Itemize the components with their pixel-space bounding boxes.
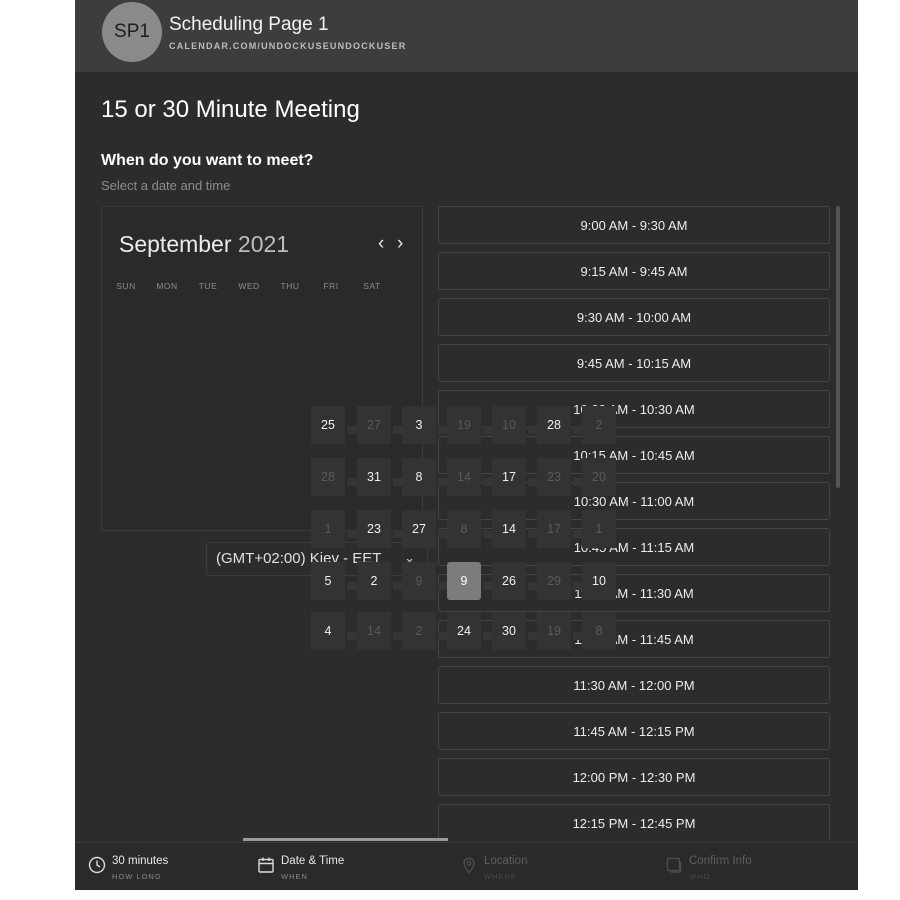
calendar-month: September xyxy=(119,231,232,257)
weekday-label: MON xyxy=(156,281,178,291)
calendar-day[interactable]: 27 xyxy=(357,406,391,444)
calendar-day[interactable]: 19 xyxy=(537,612,571,650)
calendar-day[interactable]: 8 xyxy=(447,510,481,548)
time-slot-scrollbar[interactable] xyxy=(836,206,840,488)
calendar-day[interactable]: 1 xyxy=(582,510,616,548)
time-slot-button[interactable]: 9:15 AM - 9:45 AM xyxy=(438,252,830,290)
step-label: 30 minutes xyxy=(112,855,169,867)
clock-icon xyxy=(88,856,106,874)
calendar-day[interactable]: 28 xyxy=(537,406,571,444)
time-slot-button[interactable]: 12:15 PM - 12:45 PM xyxy=(438,804,830,840)
weekday-label: FRI xyxy=(323,281,339,291)
calendar-day[interactable]: 29 xyxy=(537,562,571,600)
calendar-day[interactable]: 1 xyxy=(311,510,345,548)
calendar-day[interactable]: 10 xyxy=(582,562,616,600)
calendar-day[interactable]: 19 xyxy=(447,406,481,444)
time-slot-button[interactable]: 11:30 AM - 12:00 PM xyxy=(438,666,830,704)
weekday-label: WED xyxy=(238,281,260,291)
location-pin-icon xyxy=(460,856,478,874)
step-sublabel: WHEN xyxy=(281,872,308,881)
calendar-day[interactable]: 2 xyxy=(357,562,391,600)
previous-month-icon[interactable]: ‹ xyxy=(378,233,384,255)
weekday-label: SAT xyxy=(363,281,381,291)
step-label: Location xyxy=(484,855,528,867)
calendar-day[interactable]: 10 xyxy=(492,406,526,444)
calendar-icon xyxy=(257,856,275,874)
calendar-day[interactable]: 24 xyxy=(447,612,481,650)
time-slot-button[interactable]: 9:45 AM - 10:15 AM xyxy=(438,344,830,382)
calendar-day[interactable]: 2 xyxy=(582,406,616,444)
calendar-day[interactable]: 28 xyxy=(311,458,345,496)
time-slot-button[interactable]: 9:30 AM - 10:00 AM xyxy=(438,298,830,336)
step-sublabel: WHO xyxy=(689,872,711,881)
step-label: Confirm Info xyxy=(689,855,752,867)
calendar-day[interactable]: 3 xyxy=(402,406,436,444)
calendar-year: 2021 xyxy=(237,231,290,257)
step-navigation: 30 minutes HOW LONG Date & Time WHEN Locatio… xyxy=(75,842,858,890)
time-slot-button[interactable]: 11:45 AM - 12:15 PM xyxy=(438,712,830,750)
time-slot-button[interactable]: 12:00 PM - 12:30 PM xyxy=(438,758,830,796)
calendar-day[interactable]: 4 xyxy=(311,612,345,650)
day-cell-divider xyxy=(347,582,357,590)
calendar-day[interactable]: 23 xyxy=(357,510,391,548)
calendar-day[interactable]: 5 xyxy=(311,562,345,600)
calendar-day[interactable]: 2 xyxy=(402,612,436,650)
time-slot-button[interactable]: 9:00 AM - 9:30 AM xyxy=(438,206,830,244)
calendar-day[interactable]: 8 xyxy=(582,612,616,650)
next-month-icon[interactable]: › xyxy=(397,233,403,255)
calendar-day[interactable]: 17 xyxy=(492,458,526,496)
weekday-label: SUN xyxy=(116,281,136,291)
day-cell-divider xyxy=(347,632,357,640)
calendar-day[interactable]: 17 xyxy=(537,510,571,548)
calendar-day[interactable]: 31 xyxy=(357,458,391,496)
step-label: Date & Time xyxy=(281,855,345,867)
weekday-label: TUE xyxy=(198,281,218,291)
calendar-day[interactable]: 25 xyxy=(311,406,345,444)
calendar-day[interactable]: 26 xyxy=(492,562,526,600)
question-heading: When do you want to meet? xyxy=(101,152,314,169)
day-cell-divider xyxy=(347,530,357,538)
calendar-day[interactable]: 20 xyxy=(582,458,616,496)
calendar-month-year: September 2021 xyxy=(119,231,289,258)
confirm-icon xyxy=(665,856,683,874)
page-url: CALENDAR.COM/UNDOCKUSEUNDOCKUSER xyxy=(169,41,407,51)
calendar-day[interactable]: 23 xyxy=(537,458,571,496)
calendar-day[interactable]: 9 xyxy=(402,562,436,600)
avatar: SP1 xyxy=(102,2,162,62)
calendar-day[interactable]: 27 xyxy=(402,510,436,548)
calendar-day[interactable]: 14 xyxy=(447,458,481,496)
meeting-title: 15 or 30 Minute Meeting xyxy=(101,96,360,123)
weekday-label: THU xyxy=(280,281,300,291)
question-hint: Select a date and time xyxy=(101,178,231,193)
scheduling-app: SP1 Scheduling Page 1 CALENDAR.COM/UNDOC… xyxy=(75,0,858,890)
calendar-day[interactable]: 14 xyxy=(492,510,526,548)
calendar-day-selected[interactable]: 9 xyxy=(447,562,481,600)
active-step-indicator xyxy=(243,838,448,841)
step-sublabel: HOW LONG xyxy=(112,872,162,881)
calendar-day[interactable]: 14 xyxy=(357,612,391,650)
calendar-day[interactable]: 30 xyxy=(492,612,526,650)
calendar-day[interactable]: 8 xyxy=(402,458,436,496)
step-sublabel: WHERE xyxy=(484,872,517,881)
page-header: SP1 Scheduling Page 1 CALENDAR.COM/UNDOC… xyxy=(75,0,858,72)
page-title: Scheduling Page 1 xyxy=(169,14,329,35)
